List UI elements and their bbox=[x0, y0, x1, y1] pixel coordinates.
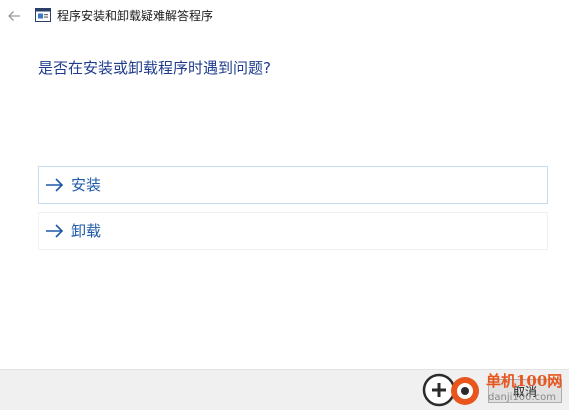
troubleshooter-window: 程序安装和卸载疑难解答程序 是否在安装或卸载程序时遇到问题? 安装 卸载 取消 … bbox=[0, 0, 569, 410]
uninstall-option-label: 卸载 bbox=[71, 222, 102, 240]
arrow-right-icon bbox=[45, 223, 65, 239]
install-option[interactable]: 安装 bbox=[38, 166, 548, 204]
uninstall-option[interactable]: 卸载 bbox=[38, 212, 548, 250]
page-heading: 是否在安装或卸载程序时遇到问题? bbox=[38, 59, 271, 77]
troubleshooter-app-icon bbox=[35, 8, 51, 22]
title-bar: 程序安装和卸载疑难解答程序 bbox=[0, 0, 569, 32]
cancel-button[interactable]: 取消 bbox=[488, 379, 562, 403]
arrow-right-icon bbox=[45, 177, 65, 193]
footer-bar: 取消 bbox=[0, 369, 569, 410]
back-button[interactable] bbox=[4, 6, 24, 26]
back-arrow-icon bbox=[8, 11, 20, 21]
install-option-label: 安装 bbox=[71, 176, 102, 194]
window-title: 程序安装和卸载疑难解答程序 bbox=[57, 9, 214, 23]
